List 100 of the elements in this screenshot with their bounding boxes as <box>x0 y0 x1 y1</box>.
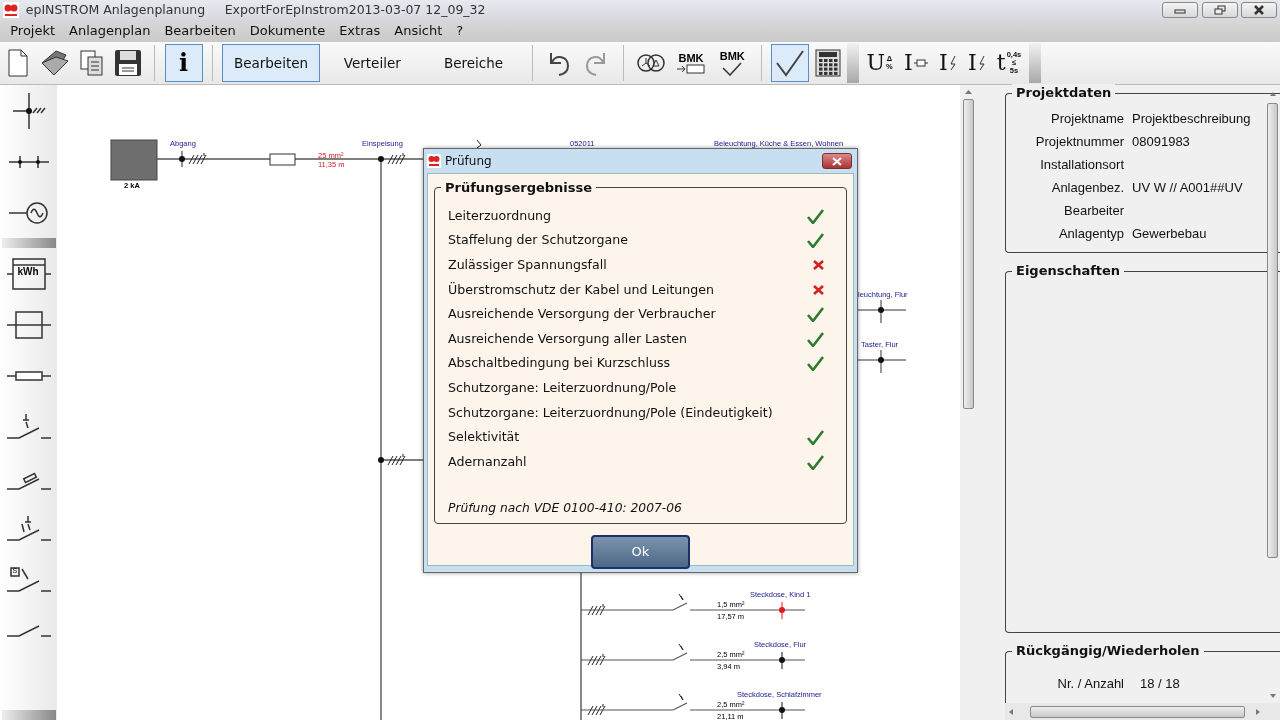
transformer-icon <box>635 51 666 75</box>
close-button[interactable] <box>822 153 852 169</box>
node-tick <box>781 651 783 670</box>
field-value: 18 / 18 <box>1140 674 1180 693</box>
fuse-symbol[interactable] <box>269 153 296 166</box>
check-label: Überstromschutz der Kabel und Leitungen <box>448 280 715 299</box>
calculation-tool-button[interactable]: I <box>963 52 990 74</box>
dialog-title: Prüfung <box>445 153 492 170</box>
palette-grip[interactable] <box>1 710 56 720</box>
calculation-tool-button[interactable]: I <box>934 52 961 74</box>
field-value: 08091983 <box>1132 132 1190 151</box>
outlet-node[interactable] <box>779 607 785 613</box>
close-icon <box>832 156 842 166</box>
meter-tool[interactable]: kWh <box>2 248 55 299</box>
group-title: Projektdaten <box>1012 84 1116 102</box>
arrow-mark <box>476 139 482 149</box>
field-label: Anlagenbez. <box>1050 178 1124 197</box>
folder-icon <box>39 49 70 77</box>
copy-icon <box>78 49 105 77</box>
node-tick <box>781 601 783 620</box>
node-dot[interactable] <box>179 156 185 162</box>
check-label: Ausreichende Versorgung der Verbraucher <box>448 305 716 324</box>
field-value: UV W // A001##UV <box>1132 178 1243 197</box>
check-label: Ausreichende Versorgung aller Lasten <box>448 329 688 348</box>
outlet-node[interactable] <box>779 707 785 713</box>
menu-item[interactable]: Dokumente <box>242 20 333 42</box>
switch-icon <box>5 564 52 595</box>
meter-icon <box>5 256 52 291</box>
calculation-tool-button[interactable]: I <box>899 52 932 74</box>
check-label: Leiterzuordnung <box>448 206 552 225</box>
minimize-icon <box>1174 6 1187 14</box>
group-title: Eigenschaften <box>1012 262 1125 280</box>
fuse-icon <box>5 368 52 383</box>
document-icon <box>6 49 31 77</box>
document-title: ExportForEpInstrom2013-03-07 12_09_32 <box>224 0 486 19</box>
group-title: Prüfungsergebnisse <box>441 179 597 196</box>
scrollbar-thumb[interactable] <box>963 99 974 409</box>
group-title: Rückgängig/Wiederholen <box>1012 642 1204 660</box>
calculator-icon <box>815 49 841 77</box>
toolbar-grip[interactable] <box>1028 43 1041 83</box>
fuse-box-icon <box>5 309 52 340</box>
outlet-node[interactable] <box>779 657 785 663</box>
check-label: Abschaltbedingung bei Kurzschluss <box>448 354 671 373</box>
conductor-marker <box>587 653 606 666</box>
conductor-marker <box>587 703 606 716</box>
bmk-button[interactable]: BMK <box>672 44 710 82</box>
ok-button[interactable]: Ok <box>591 535 690 569</box>
field-value: Gewerbebau <box>1132 224 1207 243</box>
menu-item[interactable]: Ansicht <box>387 20 450 42</box>
mode-tab[interactable]: Bearbeiten <box>222 44 320 82</box>
arrow-box-icon <box>676 64 706 74</box>
menu-item[interactable]: Extras <box>332 20 388 42</box>
conductor-marker <box>387 453 406 466</box>
field-label: Projektnummer <box>1034 132 1124 151</box>
check-label: Adernanzahl <box>448 452 527 471</box>
scroll-right-icon <box>1254 707 1261 716</box>
node-dot[interactable] <box>878 357 884 363</box>
info-button[interactable]: i <box>164 44 203 82</box>
arrow-mark <box>678 693 684 701</box>
switch-icon <box>5 411 52 442</box>
standard-note: Prüfung nach VDE 0100-410: 2007-06 <box>448 499 683 517</box>
palette-grip[interactable] <box>1 238 56 248</box>
toolbar-grip[interactable] <box>847 43 860 83</box>
check-button[interactable] <box>770 44 809 82</box>
node-dot[interactable] <box>378 156 384 162</box>
menu-item[interactable]: Anlagenplan <box>62 20 158 42</box>
generator-icon <box>6 200 51 225</box>
menu-item[interactable]: ? <box>449 20 471 42</box>
field-label: Nr. / Anzahl <box>1056 674 1124 693</box>
minimize-button[interactable] <box>1162 2 1199 18</box>
lightning-icon <box>948 55 957 71</box>
node-dot[interactable] <box>378 457 384 463</box>
conductor-marker <box>188 152 207 165</box>
app-logo-icon <box>427 154 441 168</box>
bmk-button[interactable]: BMK <box>713 44 752 82</box>
close-icon <box>1252 5 1265 15</box>
check-label: Schutzorgane: Leiterzuordnung/Pole (Eindeutigkeit) <box>448 403 773 422</box>
check-label: Schutzorgane: Leiterzuordnung/Pole <box>448 379 677 397</box>
node-dot[interactable] <box>878 307 884 313</box>
check-label: Selektivität <box>448 428 520 447</box>
field-label: Bearbeiter <box>1063 201 1124 220</box>
mode-tab[interactable]: Bereiche <box>424 44 523 82</box>
fuse-icon <box>913 59 928 67</box>
field-label: Projektname <box>1050 109 1124 128</box>
close-button[interactable] <box>1240 2 1277 18</box>
scrollbar-thumb[interactable] <box>1267 103 1278 558</box>
check-icon <box>722 62 743 76</box>
menu-item[interactable]: Bearbeiten <box>157 20 243 42</box>
conductor-marker <box>587 603 606 616</box>
field-label: Installationsort <box>1039 155 1124 174</box>
menu-item[interactable]: Projekt <box>3 20 63 42</box>
mode-tab[interactable]: Verteiler <box>323 44 422 82</box>
check-label: Staffelung der Schutzorgane <box>448 231 628 250</box>
meter-label: kWh <box>17 266 39 277</box>
app-logo-icon <box>3 2 20 18</box>
scrollbar-thumb[interactable] <box>1030 705 1246 718</box>
node-tick <box>781 701 783 720</box>
check-label: Zulässiger Spannungsfall <box>448 256 607 275</box>
power-source[interactable] <box>110 139 158 181</box>
check-icon <box>774 49 805 77</box>
